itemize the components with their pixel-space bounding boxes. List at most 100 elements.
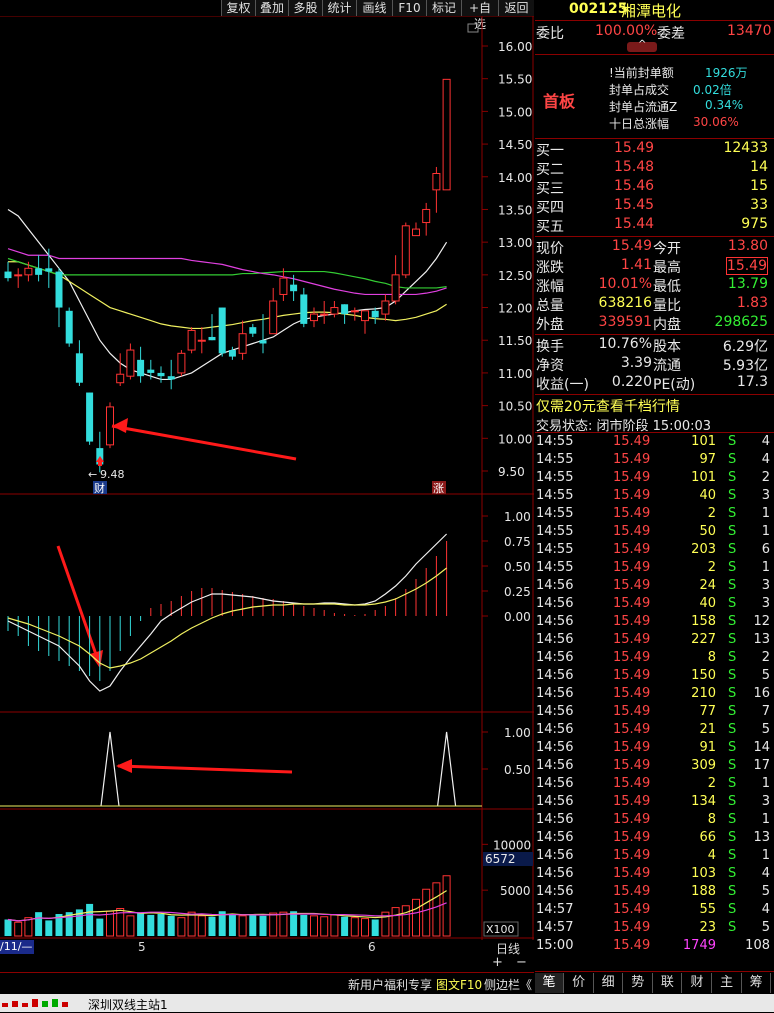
quote-label: 总量 — [536, 298, 564, 314]
tick-price: 15.49 — [613, 704, 651, 719]
candle-body — [218, 307, 226, 354]
volume-bar — [157, 914, 165, 936]
tick-side: S — [728, 884, 737, 899]
tick-count: 4 — [761, 434, 770, 449]
tick-volume: 101 — [691, 434, 716, 449]
tick-price: 15.49 — [613, 524, 651, 539]
fundamental-label: 收益(一) — [536, 377, 589, 393]
panel-tab[interactable]: 财 — [683, 973, 712, 993]
volume-bar — [391, 907, 400, 937]
tick-price: 15.49 — [613, 866, 651, 881]
graphic-f10-link[interactable]: 图文F10 — [436, 976, 482, 993]
tick-volume: 150 — [691, 668, 716, 683]
draw-line-button[interactable]: 画线 — [356, 0, 392, 16]
tick-count: 12 — [753, 614, 770, 629]
tick-count: 4 — [761, 866, 770, 881]
tick-time: 14:57 — [536, 902, 574, 917]
fundamental-value: 6.29亿 — [722, 339, 768, 355]
tick-row: 14:57 15.49 55 S 4 — [535, 902, 774, 920]
tick-price: 15.49 — [613, 506, 651, 521]
candle-body — [14, 274, 23, 277]
tick-side: S — [728, 740, 737, 755]
quote-panel: 002125 湘潭电化 委比 100.00% 委差 13470 ^ 首板 !当前… — [535, 0, 774, 972]
tick-side: S — [728, 920, 737, 935]
quote-value: 13.80 — [727, 238, 768, 254]
statistics-button[interactable]: 统计 — [322, 0, 356, 16]
candle-body — [350, 310, 359, 313]
weibi-label: 委比 — [536, 26, 564, 42]
bid-volume: 15 — [750, 178, 768, 194]
candle-body — [320, 313, 329, 316]
quote-value: 15.49 — [725, 257, 768, 275]
buy-signal-stem — [98, 462, 102, 466]
panel-tab[interactable]: 主 — [712, 973, 742, 993]
candle-body — [147, 369, 155, 373]
candle-body — [228, 350, 236, 357]
tick-side: S — [728, 758, 737, 773]
red-arrow-signal — [117, 764, 293, 774]
tick-count: 3 — [761, 488, 770, 503]
panel-tab[interactable]: 联 — [653, 973, 683, 993]
tick-count: 16 — [753, 686, 770, 701]
tick-price: 15.49 — [613, 776, 651, 791]
tick-side: S — [728, 452, 737, 467]
add-watchlist-button[interactable]: +自选 — [461, 0, 498, 31]
fundamental-label: 换手 — [536, 339, 564, 355]
tick-row: 14:56 15.49 134 S 3 — [535, 794, 774, 812]
tick-count: 4 — [761, 902, 770, 917]
quote-value: 298625 — [714, 314, 768, 330]
panel-tab[interactable]: 价 — [564, 973, 594, 993]
candle-body — [412, 228, 420, 237]
tick-row: 14:56 15.49 8 S 2 — [535, 650, 774, 668]
bid-volume: 33 — [750, 197, 768, 213]
back-button[interactable]: 返回 — [498, 0, 534, 16]
new-user-promo-link[interactable]: 新用户福利专享 — [348, 976, 432, 993]
expand-toggle[interactable]: ^ — [627, 39, 657, 52]
kline-chart-area[interactable]: 16.00 15.50 15.00 14.50 14.00 13.50 13.00 12.50… — [0, 16, 534, 940]
tick-count: 3 — [761, 578, 770, 593]
tick-price: 15.49 — [613, 452, 651, 467]
sidebar-toggle[interactable]: 侧边栏《 — [484, 976, 532, 993]
tick-price: 15.49 — [613, 578, 651, 593]
multi-stock-button[interactable]: 多股 — [288, 0, 322, 16]
quote-value: 339591 — [598, 314, 652, 330]
panel-tab[interactable]: 筹 — [742, 973, 772, 993]
tick-time: 14:56 — [536, 776, 574, 791]
zoom-controls: + − — [484, 955, 534, 971]
fuquan-button[interactable]: 复权 — [221, 0, 255, 16]
quote-label: 涨幅 — [536, 279, 564, 295]
zoom-in-button[interactable]: + — [492, 955, 503, 970]
candle-body — [442, 78, 451, 191]
tick-row: 14:56 15.49 8 S 1 — [535, 812, 774, 830]
bid-price: 15.49 — [614, 140, 655, 156]
panel-tab[interactable]: 势 — [623, 973, 653, 993]
zoom-out-button[interactable]: − — [516, 955, 527, 970]
low-price-value: 9.48 — [100, 468, 125, 481]
tick-count: 1 — [761, 812, 770, 827]
f10-button[interactable]: F10 — [392, 0, 426, 16]
panel-tab[interactable]: 细 — [594, 973, 624, 993]
tick-row: 14:56 15.49 227 S 13 — [535, 632, 774, 650]
signal-tick-label: 1.00 — [504, 726, 531, 740]
level2-promo-link[interactable]: 仅需20元查看千档行情 — [536, 396, 680, 416]
tick-list[interactable]: 14:55 15.49 101 S 4 14:55 15.49 97 S 4 14:55 15.49 1… — [535, 434, 774, 964]
stock-code: 002125 — [569, 1, 628, 17]
first-board-label: 首板 — [543, 92, 576, 111]
date-mid-label-2: 6 — [368, 940, 376, 954]
tick-row: 14:56 15.49 24 S 3 — [535, 578, 774, 596]
candle-body — [157, 372, 165, 377]
fundamental-value: 5.93亿 — [722, 358, 768, 374]
fundamental-label: 流通 — [653, 358, 681, 374]
overlay-button[interactable]: 叠加 — [255, 0, 288, 16]
tick-row: 14:56 15.49 309 S 17 — [535, 758, 774, 776]
tick-time: 14:56 — [536, 848, 574, 863]
diamond-icon[interactable] — [467, 23, 479, 33]
volume-bar — [320, 916, 329, 937]
tick-volume: 4 — [707, 848, 716, 863]
volume-bar — [167, 915, 175, 936]
tick-row: 14:55 15.49 101 S 4 — [535, 434, 774, 452]
panel-tab[interactable]: 笔 — [535, 973, 564, 993]
mark-button[interactable]: 标记 — [426, 0, 461, 16]
tick-count: 1 — [761, 506, 770, 521]
candle-body — [126, 349, 135, 377]
